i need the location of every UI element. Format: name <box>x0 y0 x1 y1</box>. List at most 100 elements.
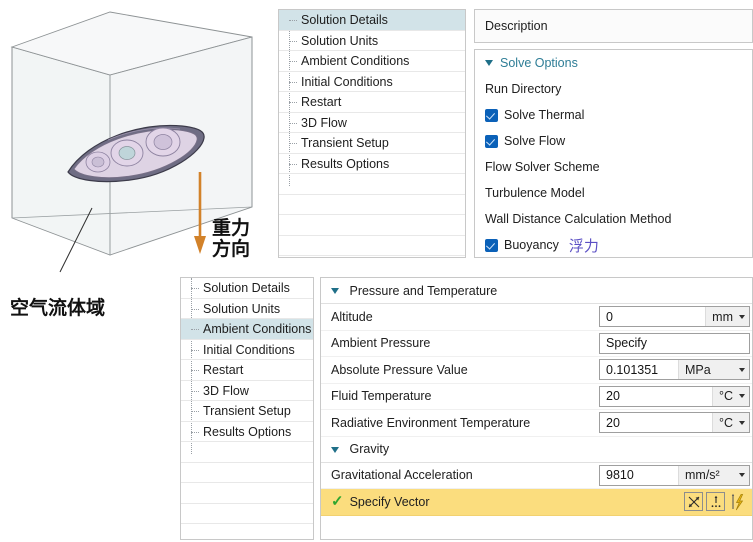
tree-item-label: 3D Flow <box>203 383 249 398</box>
pressure-temperature-group-title: Pressure and Temperature <box>349 283 498 298</box>
solution-tree-top[interactable]: Solution Details Solution Units Ambient Co… <box>278 9 466 258</box>
tree-item-transient-setup[interactable]: Transient Setup <box>279 133 465 154</box>
tree-empty-row <box>181 524 313 539</box>
input-fluid-temperature[interactable]: 20 °C <box>599 385 750 407</box>
row-gravitational-acceleration[interactable]: Gravitational Acceleration 9810 mm/s² <box>321 463 752 489</box>
tree-item-restart[interactable]: Restart <box>181 360 313 381</box>
tree-empty-row <box>279 236 465 256</box>
check-icon: ✓ <box>331 494 344 510</box>
tree-empty-row <box>181 463 313 483</box>
tree-twig-icon <box>191 411 199 412</box>
tree-item-results-options[interactable]: Results Options <box>181 422 313 442</box>
apply-lightning-icon[interactable] <box>728 492 748 512</box>
solve-options-group-title: Solve Options <box>500 56 578 70</box>
input-ambient-pressure[interactable]: Specify <box>599 332 750 354</box>
unit-dropdown-gravitational-acceleration[interactable]: mm/s² <box>678 465 749 485</box>
row-radiative-environment-temperature[interactable]: Radiative Environment Temperature 20 °C <box>321 410 752 437</box>
solve-option-buoyancy[interactable]: Buoyancy 浮力 <box>475 232 752 257</box>
row-altitude[interactable]: Altitude 0 mm <box>321 304 752 331</box>
tree-twig-icon <box>191 288 199 289</box>
ambient-conditions-panel[interactable]: Pressure and Temperature Altitude 0 mm Ambi… <box>320 277 753 540</box>
tree-twig-icon <box>289 81 297 83</box>
tree-twig-icon <box>289 122 297 124</box>
row-absolute-pressure-value[interactable]: Absolute Pressure Value 0.101351 MPa <box>321 357 752 384</box>
lightning-bolt-icon <box>731 493 744 510</box>
solve-options-group-header[interactable]: Solve Options <box>475 50 752 76</box>
row-label: Gravitational Acceleration <box>331 468 473 483</box>
input-altitude[interactable]: 0 mm <box>599 306 750 328</box>
chevron-down-icon[interactable] <box>739 420 745 425</box>
gravity-direction-label: 重力 方向 <box>212 217 251 260</box>
tree-item-solution-details[interactable]: Solution Details <box>181 278 313 299</box>
unit-label: °C <box>718 389 733 404</box>
chevron-down-icon[interactable] <box>331 288 339 295</box>
tree-item-restart[interactable]: Restart <box>279 92 465 113</box>
chevron-down-icon[interactable] <box>331 446 339 453</box>
tree-item-initial-conditions[interactable]: Initial Conditions <box>181 340 313 360</box>
input-radiative-environment-temperature[interactable]: 20 °C <box>599 412 750 434</box>
row-label: Fluid Temperature <box>331 389 432 404</box>
tree-item-label: Results Options <box>301 156 390 171</box>
select-vector-icon[interactable] <box>684 492 703 512</box>
unit-dropdown-absolute-pressure-value[interactable]: MPa <box>678 360 749 380</box>
tree-item-solution-details[interactable]: Solution Details <box>279 10 465 31</box>
unit-dropdown-radiative-environment-temperature[interactable]: °C <box>711 413 749 433</box>
checkbox-buoyancy[interactable] <box>485 238 498 252</box>
tree-item-label: Solution Details <box>203 281 290 295</box>
tree-item-label: Results Options <box>203 424 292 439</box>
row-label: Ambient Pressure <box>331 336 431 351</box>
tree-item-solution-units[interactable]: Solution Units <box>279 31 465 51</box>
checkbox-solve-flow[interactable] <box>485 134 498 148</box>
input-absolute-pressure-value[interactable]: 0.101351 MPa <box>599 359 750 381</box>
tree-item-label: Solution Details <box>301 13 388 27</box>
tree-twig-icon <box>191 308 199 310</box>
tree-twig-icon <box>289 102 297 103</box>
tree-item-ambient-conditions[interactable]: Ambient Conditions <box>181 319 313 340</box>
vector-probe-icon[interactable] <box>706 492 725 512</box>
solve-option-turbulence-model[interactable]: Turbulence Model <box>475 180 752 206</box>
input-value: 20 <box>606 415 620 430</box>
solve-option-flow-solver-scheme[interactable]: Flow Solver Scheme <box>475 154 752 180</box>
gravity-group-header[interactable]: Gravity <box>321 436 752 463</box>
chevron-down-icon[interactable] <box>739 473 745 478</box>
tree-twig-icon <box>289 163 297 165</box>
pressure-temperature-group-header[interactable]: Pressure and Temperature <box>321 278 752 304</box>
row-ambient-pressure[interactable]: Ambient Pressure Specify <box>321 331 752 357</box>
tree-twig-icon <box>191 349 199 351</box>
chevron-down-icon[interactable] <box>739 394 745 399</box>
tree-twig-icon <box>191 431 199 433</box>
solve-option-wall-distance-calculation-method[interactable]: Wall Distance Calculation Method <box>475 206 752 232</box>
description-header: Description <box>474 9 753 43</box>
tree-twig-icon <box>289 61 297 62</box>
solve-option-solve-thermal[interactable]: Solve Thermal <box>475 102 752 128</box>
tree-empty-row <box>279 215 465 236</box>
unit-dropdown-altitude[interactable]: mm <box>705 307 749 327</box>
chevron-down-icon[interactable] <box>739 367 745 372</box>
tree-item-label: Restart <box>203 363 244 377</box>
checkbox-solve-thermal[interactable] <box>485 108 498 122</box>
tree-item-label: Solution Units <box>203 301 281 316</box>
tree-item-label: Restart <box>301 95 342 109</box>
unit-dropdown-fluid-temperature[interactable]: °C <box>711 386 749 406</box>
tree-item-3d-flow[interactable]: 3D Flow <box>279 113 465 133</box>
tree-item-transient-setup[interactable]: Transient Setup <box>181 401 313 422</box>
tree-item-initial-conditions[interactable]: Initial Conditions <box>279 72 465 92</box>
row-fluid-temperature[interactable]: Fluid Temperature 20 °C <box>321 384 752 410</box>
tree-item-solution-units[interactable]: Solution Units <box>181 299 313 319</box>
solve-option-label: Buoyancy <box>504 238 559 252</box>
tree-item-results-options[interactable]: Results Options <box>279 154 465 174</box>
chevron-down-icon[interactable] <box>485 60 493 66</box>
tree-item-3d-flow[interactable]: 3D Flow <box>181 381 313 401</box>
solve-option-run-directory[interactable]: Run Directory <box>475 76 752 102</box>
specify-vector-row[interactable]: ✓ Specify Vector <box>321 489 752 516</box>
solve-option-solve-flow[interactable]: Solve Flow <box>475 128 752 154</box>
tree-twig-icon <box>191 370 199 371</box>
chevron-down-icon[interactable] <box>739 314 745 319</box>
solution-tree-bottom[interactable]: Solution Details Solution Units Ambient Co… <box>180 277 314 540</box>
tree-twig-icon <box>289 40 297 42</box>
tree-item-ambient-conditions[interactable]: Ambient Conditions <box>279 51 465 72</box>
solve-options-panel[interactable]: Solve Options Run Directory Solve Thermal… <box>474 49 753 258</box>
tree-item-label: 3D Flow <box>301 115 347 130</box>
input-value: 0.101351 <box>606 362 659 377</box>
input-gravitational-acceleration[interactable]: 9810 mm/s² <box>599 464 750 486</box>
